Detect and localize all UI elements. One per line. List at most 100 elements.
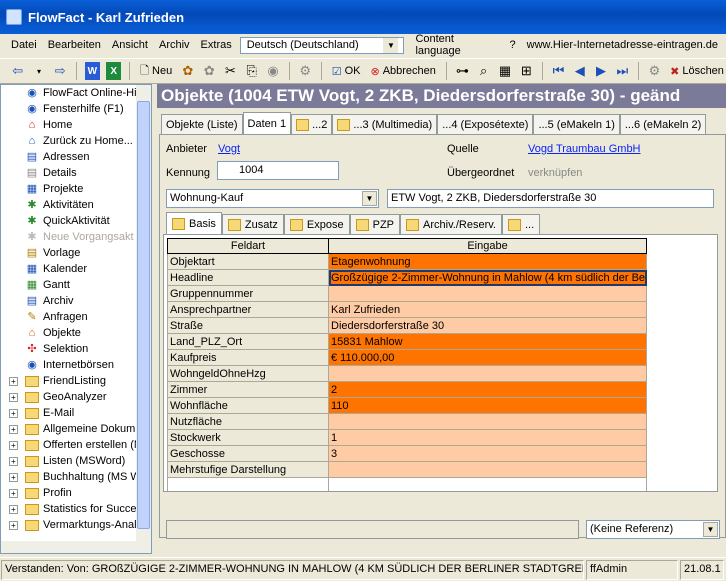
expand-icon[interactable]: +: [9, 440, 18, 450]
first-record-icon[interactable]: ⏮: [551, 62, 566, 80]
tab-pzp[interactable]: PZP: [349, 214, 401, 234]
column-header-feldart[interactable]: Feldart: [167, 238, 329, 254]
forward-arrow-icon[interactable]: ⇨: [53, 62, 68, 80]
sidebar-folder[interactable]: + Vermarktungs-Anal: [1, 517, 151, 533]
sidebar-item-selektion[interactable]: ✣ Selektion: [1, 341, 151, 357]
expand-icon[interactable]: +: [9, 520, 18, 530]
copy-icon[interactable]: ⎘: [244, 62, 259, 80]
table-row[interactable]: Headline Großzügige 2-Zimmer-Wohnung in M…: [167, 269, 647, 286]
expand-icon[interactable]: +: [9, 472, 18, 482]
search-icon[interactable]: ⌕: [476, 62, 491, 80]
field-value-cell[interactable]: [328, 461, 647, 478]
expand-icon[interactable]: +: [9, 376, 18, 386]
sidebar-folder[interactable]: + GeoAnalyzer: [1, 389, 151, 405]
sidebar-item-anfragen[interactable]: ✎ Anfragen: [1, 309, 151, 325]
column-header-eingabe[interactable]: Eingabe: [328, 238, 647, 254]
field-value-cell[interactable]: € 110.000,00: [328, 349, 647, 366]
tab-more[interactable]: ...: [501, 214, 541, 234]
previous-record-icon[interactable]: ◀: [572, 62, 587, 80]
table-row[interactable]: WohngeldOhneHzg: [167, 365, 647, 382]
chevron-down-icon[interactable]: ▼: [703, 522, 718, 537]
horizontal-scrollbar[interactable]: [1, 541, 137, 553]
sidebar-folder[interactable]: + E-Mail: [1, 405, 151, 421]
field-value-cell[interactable]: Großzügige 2-Zimmer-Wohnung in Mahlow (4…: [328, 269, 647, 286]
sidebar-item-aktivit-ten[interactable]: ✱ Aktivitäten: [1, 197, 151, 213]
sidebar-folder[interactable]: + Offerten erstellen (M: [1, 437, 151, 453]
tool-icon[interactable]: ✿: [180, 62, 195, 80]
gear-icon[interactable]: ⚙: [647, 62, 662, 80]
dropdown-icon[interactable]: ▾: [31, 62, 46, 80]
expand-icon[interactable]: +: [9, 424, 18, 434]
tab-3-multimedia[interactable]: ...3 (Multimedia): [332, 114, 438, 134]
back-arrow-icon[interactable]: ⇦: [10, 62, 25, 80]
sidebar-item-flowfact-online-hi[interactable]: ◉ FlowFact Online-Hi: [1, 85, 151, 101]
sidebar-item-gantt[interactable]: ▦ Gantt: [1, 277, 151, 293]
expand-icon[interactable]: +: [9, 456, 18, 466]
table-row[interactable]: Zimmer 2: [167, 381, 647, 398]
tool-icon[interactable]: ✿: [202, 62, 217, 80]
find-next-icon[interactable]: ⊞: [519, 62, 534, 80]
expand-icon[interactable]: +: [9, 392, 18, 402]
tab-expose[interactable]: Expose: [283, 214, 350, 234]
vertical-scrollbar[interactable]: [136, 85, 151, 553]
expand-icon[interactable]: +: [9, 488, 18, 498]
field-value-cell[interactable]: Etagenwohnung: [328, 253, 647, 270]
sidebar-item-adressen[interactable]: ▤ Adressen: [1, 149, 151, 165]
sidebar-item-archiv[interactable]: ▤ Archiv: [1, 293, 151, 309]
sidebar-item-quickaktivit-t[interactable]: ✱ QuickAktivität: [1, 213, 151, 229]
view-icon[interactable]: ◉: [265, 62, 280, 80]
new-button[interactable]: 🗋 Neu: [138, 62, 174, 81]
field-value-cell[interactable]: 3: [328, 445, 647, 462]
sidebar-item-kalender[interactable]: ▦ Kalender: [1, 261, 151, 277]
language-select[interactable]: Deutsch (Deutschland) ▼: [239, 36, 405, 54]
table-row[interactable]: Ansprechpartner Karl Zufrieden: [167, 301, 647, 318]
sidebar-item-details[interactable]: ▤ Details: [1, 165, 151, 181]
url-label[interactable]: www.Hier-Internetadresse-eintragen.de: [524, 39, 721, 51]
menu-bearbeiten[interactable]: Bearbeiten: [45, 39, 104, 51]
objekttitel-input[interactable]: ETW Vogt, 2 ZKB, Diedersdorferstraße 30: [387, 189, 714, 208]
sidebar-folder[interactable]: + FriendListing: [1, 373, 151, 389]
ok-button[interactable]: ☑ OK: [330, 65, 363, 78]
objekttyp-select[interactable]: Wohnung-Kauf ▼: [166, 189, 379, 208]
word-icon[interactable]: W: [84, 62, 101, 80]
tab-5-emakeln[interactable]: ...5 (eMakeln 1): [533, 114, 620, 134]
delete-button[interactable]: ✖ Löschen: [668, 65, 726, 78]
table-row[interactable]: Straße Diedersdorferstraße 30: [167, 317, 647, 334]
menu-help[interactable]: ?: [507, 39, 519, 51]
filter-icon[interactable]: ▦: [497, 62, 512, 80]
sidebar-folder[interactable]: + Buchhaltung (MS W: [1, 469, 151, 485]
sidebar-folder[interactable]: + Allgemeine Dokum: [1, 421, 151, 437]
anbieter-link[interactable]: Vogt: [218, 143, 240, 155]
verknuepfen-link[interactable]: verknüpfen: [528, 167, 582, 179]
table-row[interactable]: Mehrstufige Darstellung: [167, 461, 647, 478]
table-row[interactable]: Nutzfläche: [167, 413, 647, 430]
chevron-down-icon[interactable]: ▼: [383, 37, 399, 53]
table-row[interactable]: Objektart Etagenwohnung: [167, 253, 647, 270]
expand-icon[interactable]: +: [9, 408, 18, 418]
menu-datei[interactable]: Datei: [8, 39, 40, 51]
table-row[interactable]: Land_PLZ_Ort 15831 Mahlow: [167, 333, 647, 350]
tab-archiv-reserv[interactable]: Archiv./Reserv.: [400, 214, 502, 234]
sidebar-item-vorlage[interactable]: ▤ Vorlage: [1, 245, 151, 261]
last-record-icon[interactable]: ⏭: [615, 62, 630, 80]
menu-extras[interactable]: Extras: [198, 39, 235, 51]
excel-icon[interactable]: X: [106, 62, 122, 80]
tab-basis[interactable]: Basis: [166, 212, 222, 234]
table-row[interactable]: Wohnfläche 110: [167, 397, 647, 414]
field-value-cell[interactable]: [328, 365, 647, 382]
sidebar-item-projekte[interactable]: ▦ Projekte: [1, 181, 151, 197]
next-record-icon[interactable]: ▶: [593, 62, 608, 80]
scroll-thumb[interactable]: [137, 101, 150, 529]
tab-6-emakeln[interactable]: ...6 (eMakeln 2): [619, 114, 707, 134]
cut-icon[interactable]: ✂: [223, 62, 238, 80]
sidebar-item-objekte[interactable]: ⌂ Objekte: [1, 325, 151, 341]
field-value-cell[interactable]: 2: [328, 381, 647, 398]
field-value-cell[interactable]: Diedersdorferstraße 30: [328, 317, 647, 334]
table-row[interactable]: Geschosse 3: [167, 445, 647, 462]
sidebar-item-zur-ck-zu-home[interactable]: ⌂ Zurück zu Home...: [1, 133, 151, 149]
sidebar-item-internetb-rsen[interactable]: ◉ Internetbörsen: [1, 357, 151, 373]
sidebar-folder[interactable]: + Profin: [1, 485, 151, 501]
sidebar-item-neue-vorgangsakt[interactable]: ✱ Neue Vorgangsakt: [1, 229, 151, 245]
field-value-cell[interactable]: 15831 Mahlow: [328, 333, 647, 350]
sidebar-folder[interactable]: + Listen (MSWord): [1, 453, 151, 469]
